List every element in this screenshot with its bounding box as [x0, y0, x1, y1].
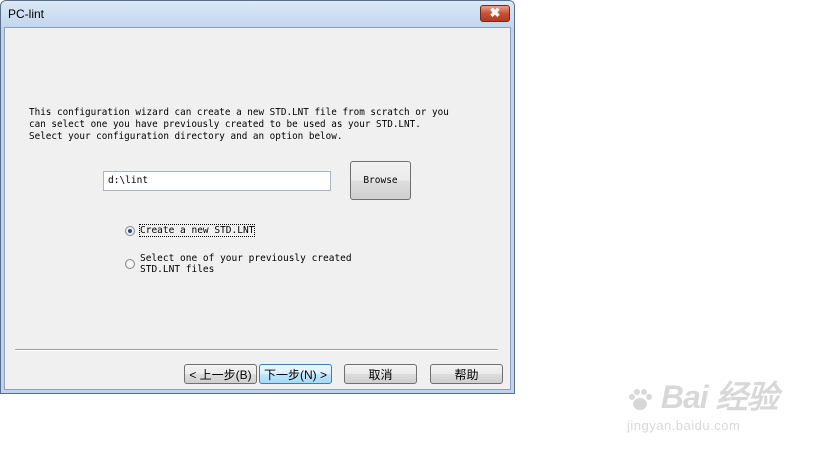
- browse-button[interactable]: Browse: [350, 161, 411, 200]
- config-directory-input[interactable]: d:\lint: [103, 171, 331, 191]
- baidu-jingyan-watermark: Bai 经验 jingyan.baidu.com: [627, 372, 779, 433]
- select-existing-label-line1[interactable]: Select one of your previously created: [140, 253, 352, 264]
- window-title: PC-lint: [8, 7, 45, 21]
- create-new-radio[interactable]: [125, 226, 135, 236]
- intro-line: can select one you have previously creat…: [29, 119, 421, 130]
- intro-text: This configuration wizard can create a n…: [29, 107, 499, 143]
- cancel-button[interactable]: 取消: [344, 364, 417, 384]
- create-new-label[interactable]: Create a new STD.LNT: [138, 224, 256, 237]
- pc-lint-dialog-window: PC-lint ✖ This configuration wizard can …: [0, 0, 515, 394]
- help-button[interactable]: 帮助: [430, 364, 503, 384]
- paw-icon: [629, 388, 652, 410]
- watermark-url: jingyan.baidu.com: [627, 418, 741, 433]
- watermark-logo-text: Bai 经验: [660, 379, 779, 415]
- next-button[interactable]: 下一步(N) >: [259, 364, 332, 384]
- close-button[interactable]: ✖: [480, 5, 510, 22]
- button-separator: [15, 349, 498, 351]
- title-bar[interactable]: PC-lint ✖: [1, 1, 514, 27]
- select-existing-label-line2[interactable]: STD.LNT files: [140, 264, 214, 272]
- watermark-logo: Bai 经验: [627, 372, 779, 418]
- dialog-body: This configuration wizard can create a n…: [4, 27, 511, 390]
- close-icon: ✖: [489, 5, 501, 20]
- intro-line: This configuration wizard can create a n…: [29, 107, 449, 118]
- intro-line: Select your configuration directory and …: [29, 131, 343, 142]
- back-button[interactable]: < 上一步(B): [184, 364, 257, 384]
- select-existing-radio[interactable]: [125, 259, 135, 269]
